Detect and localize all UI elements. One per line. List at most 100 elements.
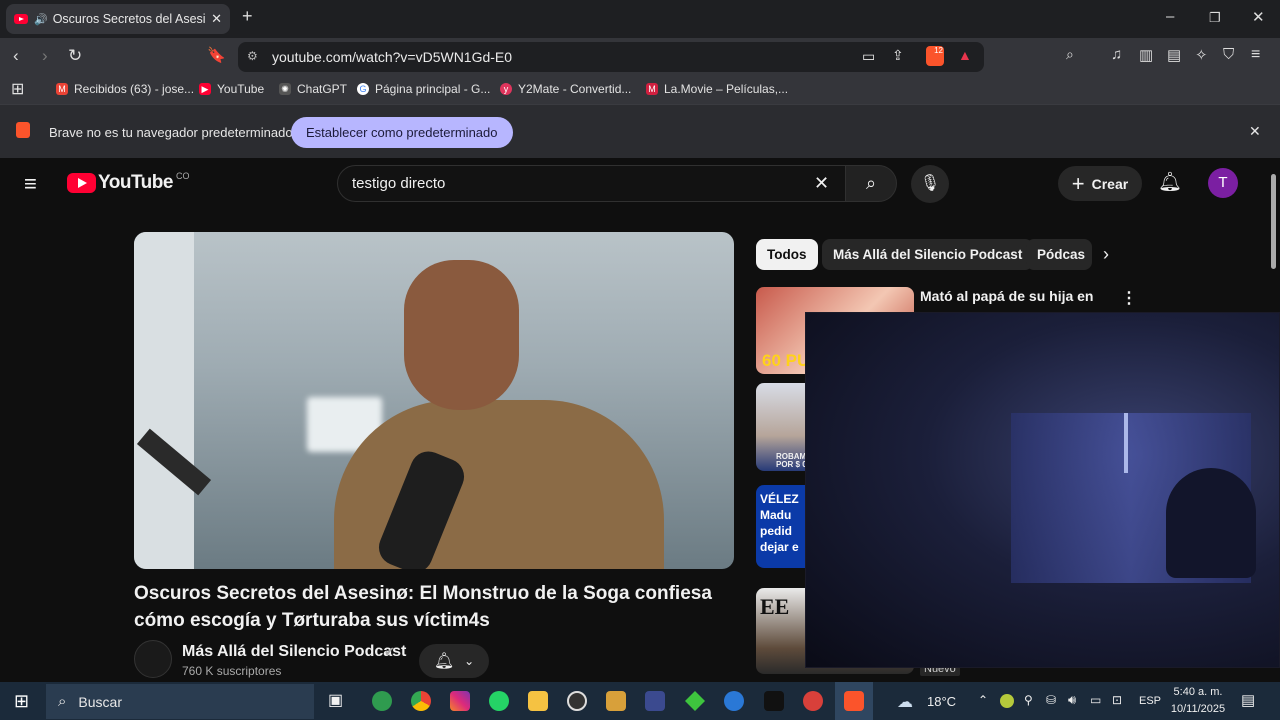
maximize-icon[interactable]: ❐ bbox=[1209, 10, 1221, 26]
tiktok-icon[interactable] bbox=[764, 691, 784, 711]
region-code: CO bbox=[175, 171, 190, 181]
recommended-title[interactable]: Mató al papá de su hija en bbox=[920, 288, 1100, 304]
wallet-icon[interactable]: ▤ bbox=[1167, 46, 1181, 64]
volume-icon[interactable]: 🔊︎ bbox=[1068, 692, 1076, 708]
bookmark-icon[interactable]: 🔖 bbox=[207, 46, 226, 64]
forward-icon[interactable]: › bbox=[42, 46, 48, 66]
weather-temp[interactable]: 18°C bbox=[927, 694, 956, 709]
taskbar-search[interactable]: ⌕ Buscar bbox=[46, 684, 314, 719]
bookmark-google[interactable]: G Página principal - G... bbox=[357, 82, 490, 96]
new-tab-icon[interactable]: + bbox=[242, 6, 253, 27]
set-default-button[interactable]: Establecer como predeterminado bbox=[291, 117, 513, 148]
verified-icon: ✔ bbox=[384, 644, 395, 659]
sidebar-icon[interactable]: ▥ bbox=[1139, 46, 1153, 64]
chrome-icon[interactable] bbox=[411, 691, 431, 711]
instagram-icon[interactable] bbox=[450, 691, 470, 711]
youtube-logo[interactable]: YouTube CO bbox=[67, 171, 190, 194]
network-icon[interactable]: ⊡ bbox=[1112, 693, 1122, 707]
clear-search-icon[interactable]: ✕ bbox=[814, 173, 829, 194]
vpn-icon[interactable]: ⛉ bbox=[1223, 46, 1234, 63]
clock-date[interactable]: 10/11/2025 bbox=[1170, 703, 1226, 715]
apps-grid-icon[interactable]: ⊞ bbox=[11, 79, 24, 99]
plus-icon: + bbox=[1071, 170, 1085, 196]
close-tab-icon[interactable]: ✕ bbox=[211, 11, 222, 27]
tray-icon[interactable]: ⛁ bbox=[1046, 693, 1056, 707]
create-label: Crear bbox=[1091, 175, 1129, 192]
close-infobar-icon[interactable]: ✕ bbox=[1249, 123, 1261, 140]
obs-icon[interactable] bbox=[567, 691, 587, 711]
scrollbar-thumb[interactable] bbox=[1271, 174, 1276, 269]
browser-tab-active[interactable]: 🔊 Oscuros Secretos del Asesinø ✕ bbox=[6, 4, 230, 34]
light-streak bbox=[1124, 413, 1128, 473]
video-player[interactable] bbox=[134, 232, 734, 569]
media-icon[interactable]: ♫ bbox=[1111, 46, 1122, 63]
bookmark-chatgpt[interactable]: ✺ ChatGPT bbox=[279, 82, 347, 96]
avatar[interactable]: T bbox=[1208, 168, 1238, 198]
picture-in-picture-window[interactable] bbox=[805, 312, 1280, 668]
back-icon[interactable]: ‹ bbox=[13, 46, 19, 66]
powerpoint-icon[interactable] bbox=[803, 691, 823, 711]
cast-icon[interactable]: ▭ bbox=[862, 48, 875, 65]
site-info-icon[interactable]: ⚙ bbox=[247, 49, 258, 63]
file-explorer-icon[interactable] bbox=[528, 691, 548, 711]
task-view-icon[interactable]: ▣ bbox=[328, 690, 343, 710]
channel-avatar[interactable] bbox=[134, 640, 172, 678]
sims-icon[interactable] bbox=[685, 691, 705, 711]
chrome-profile-icon[interactable] bbox=[372, 691, 392, 711]
leo-ai-icon[interactable]: ✧ bbox=[1195, 46, 1208, 64]
bookmark-label: Y2Mate - Convertid... bbox=[518, 82, 632, 96]
share-icon[interactable]: ⇪ bbox=[892, 47, 904, 64]
browser-toolbar: ‹ › ↻ 🔖 ⚙ youtube.com/watch?v=vD5WN1Gd-E… bbox=[0, 38, 1280, 76]
clock-time[interactable]: 5:40 a. m. bbox=[1172, 686, 1224, 698]
chevron-up-icon[interactable]: ⌃ bbox=[978, 693, 988, 707]
search-button[interactable]: ⌕ bbox=[845, 165, 897, 202]
app-icon[interactable] bbox=[645, 691, 665, 711]
bookmark-label: ChatGPT bbox=[297, 82, 348, 96]
youtube-icon: ▶ bbox=[199, 83, 211, 95]
bookmark-label: YouTube bbox=[217, 82, 265, 96]
brave-shields-icon[interactable]: 12 bbox=[926, 46, 944, 66]
google-icon: G bbox=[357, 83, 369, 95]
bookmark-gmail[interactable]: M Recibidos (63) - jose... bbox=[56, 82, 194, 96]
chip-channel[interactable]: Más Allá del Silencio Podcast bbox=[822, 239, 1034, 270]
language-indicator[interactable]: ESP bbox=[1139, 695, 1161, 707]
search-input[interactable]: testigo directo ✕ bbox=[337, 165, 847, 202]
bookmark-lamovie[interactable]: M La.Movie – Películas,... bbox=[646, 82, 788, 96]
minimize-icon[interactable]: – bbox=[1166, 8, 1174, 25]
reload-icon[interactable]: ↻ bbox=[68, 46, 82, 66]
taskbar-brave-active[interactable] bbox=[835, 682, 873, 720]
windows-start-icon[interactable]: ⊞ bbox=[14, 691, 29, 712]
battery-icon[interactable]: ▭ bbox=[1090, 693, 1101, 707]
brave-rewards-icon[interactable]: ▲ bbox=[958, 47, 972, 63]
app-icon[interactable] bbox=[724, 691, 744, 711]
chip-todos[interactable]: Todos bbox=[756, 239, 818, 270]
cloud-icon[interactable]: ☁ bbox=[897, 692, 913, 712]
speaker-icon[interactable]: 🔊 bbox=[34, 13, 48, 26]
subscription-button[interactable]: 🔔︎ ⌄ bbox=[419, 644, 489, 678]
address-bar[interactable]: ⚙ youtube.com/watch?v=vD5WN1Gd-E0 ▭ ⇪ 12… bbox=[238, 42, 984, 72]
search-icon: ⌕ bbox=[58, 693, 67, 710]
menu-icon[interactable]: ≡ bbox=[1251, 46, 1260, 64]
app-icon[interactable] bbox=[606, 691, 626, 711]
browser-tab-bar: 🔊 Oscuros Secretos del Asesinø ✕ + – ❐ ✕ bbox=[0, 0, 1280, 38]
close-window-icon[interactable]: ✕ bbox=[1252, 8, 1265, 26]
notification-center-icon[interactable]: ▤ bbox=[1241, 691, 1255, 709]
usb-icon[interactable]: ⚲ bbox=[1024, 693, 1033, 707]
notifications-bell-icon[interactable]: 🔔︎ bbox=[1158, 170, 1182, 194]
default-browser-infobar: Brave no es tu navegador predeterminado … bbox=[0, 104, 1280, 158]
more-options-icon[interactable]: ⋮ bbox=[1121, 288, 1137, 308]
tray-app-icon[interactable] bbox=[1000, 694, 1014, 708]
chevron-down-icon: ⌄ bbox=[464, 654, 475, 668]
whatsapp-icon[interactable] bbox=[489, 691, 509, 711]
chip-podcasts[interactable]: Pódcas bbox=[1026, 239, 1092, 270]
bookmark-y2mate[interactable]: y Y2Mate - Convertid... bbox=[500, 82, 631, 96]
create-button[interactable]: + Crear bbox=[1058, 166, 1142, 201]
hamburger-menu-icon[interactable]: ≡ bbox=[24, 171, 37, 197]
search-placeholder: Buscar bbox=[78, 693, 122, 710]
chevron-right-icon[interactable]: › bbox=[1103, 244, 1109, 265]
tab-search-icon[interactable]: ⌕ bbox=[1066, 46, 1074, 63]
bookmark-youtube[interactable]: ▶ YouTube bbox=[199, 82, 264, 96]
bookmarks-bar: ⊞ M Recibidos (63) - jose... ▶ YouTube ✺ Ch… bbox=[0, 76, 1280, 104]
voice-search-button[interactable]: 🎙 bbox=[911, 165, 949, 203]
channel-name[interactable]: Más Allá del Silencio Podcast bbox=[182, 643, 406, 661]
